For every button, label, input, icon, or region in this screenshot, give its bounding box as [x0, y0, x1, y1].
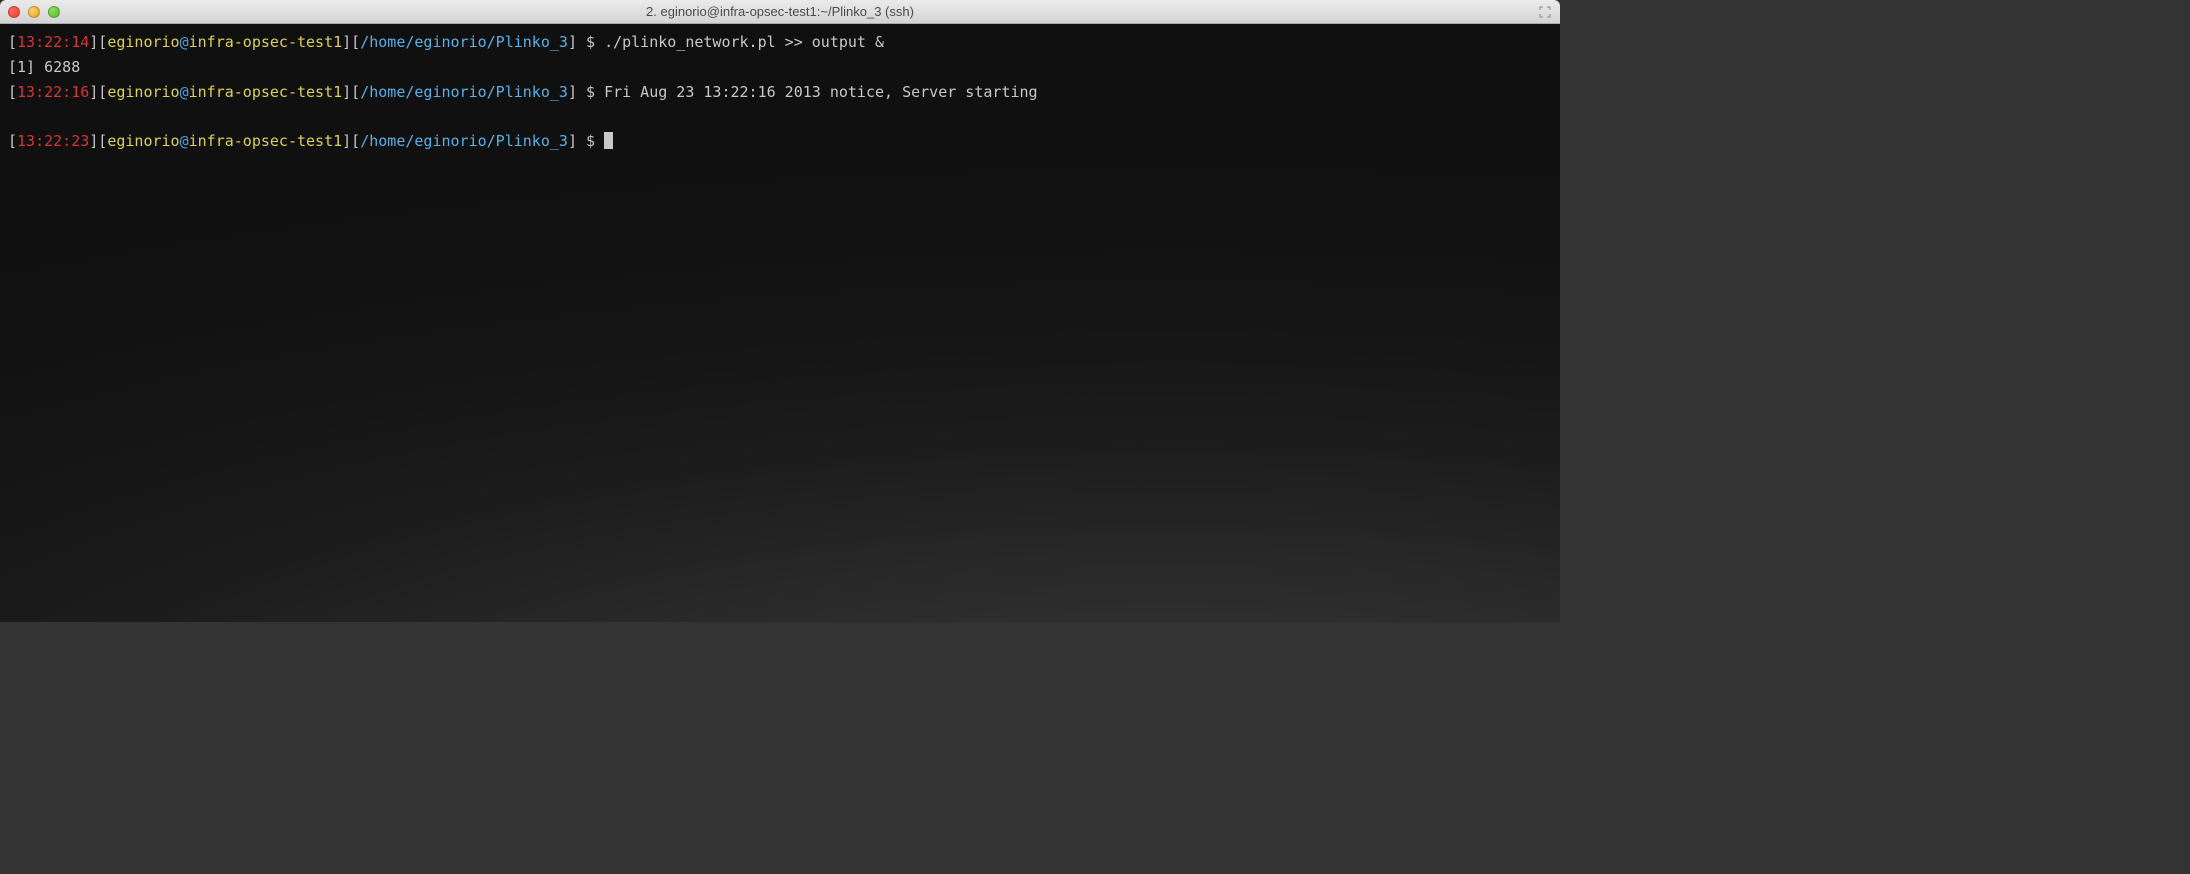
- prompt-path: /home/eginorio/Plinko_3: [360, 83, 568, 101]
- terminal-line: [13:22:23][eginorio@infra-opsec-test1][/…: [8, 129, 1552, 154]
- zoom-button[interactable]: [48, 6, 60, 18]
- terminal-window: 2. eginorio@infra-opsec-test1:~/Plinko_3…: [0, 0, 1560, 622]
- prompt-user: eginorio: [107, 33, 179, 51]
- prompt-time: 13:22:23: [17, 132, 89, 150]
- terminal-line: [8, 104, 1552, 129]
- fullscreen-icon[interactable]: [1538, 5, 1552, 19]
- prompt-host: infra-opsec-test1: [189, 33, 343, 51]
- prompt-user: eginorio: [107, 83, 179, 101]
- terminal-body[interactable]: [13:22:14][eginorio@infra-opsec-test1][/…: [0, 24, 1560, 622]
- prompt-path: /home/eginorio/Plinko_3: [360, 132, 568, 150]
- prompt-time: 13:22:14: [17, 33, 89, 51]
- prompt-user: eginorio: [107, 132, 179, 150]
- traffic-lights: [8, 6, 60, 18]
- terminal-cursor: [604, 132, 613, 149]
- prompt-time: 13:22:16: [17, 83, 89, 101]
- prompt-host: infra-opsec-test1: [189, 132, 343, 150]
- minimize-button[interactable]: [28, 6, 40, 18]
- window-title: 2. eginorio@infra-opsec-test1:~/Plinko_3…: [646, 4, 914, 19]
- prompt-command: ./plinko_network.pl >> output &: [604, 33, 884, 51]
- terminal-line: [1] 6288: [8, 55, 1552, 80]
- terminal-line: [13:22:14][eginorio@infra-opsec-test1][/…: [8, 30, 1552, 55]
- titlebar[interactable]: 2. eginorio@infra-opsec-test1:~/Plinko_3…: [0, 0, 1560, 24]
- prompt-host: infra-opsec-test1: [189, 83, 343, 101]
- close-button[interactable]: [8, 6, 20, 18]
- terminal-output: [1] 6288: [8, 58, 80, 76]
- prompt-command: Fri Aug 23 13:22:16 2013 notice, Server …: [604, 83, 1037, 101]
- prompt-path: /home/eginorio/Plinko_3: [360, 33, 568, 51]
- terminal-line: [13:22:16][eginorio@infra-opsec-test1][/…: [8, 80, 1552, 105]
